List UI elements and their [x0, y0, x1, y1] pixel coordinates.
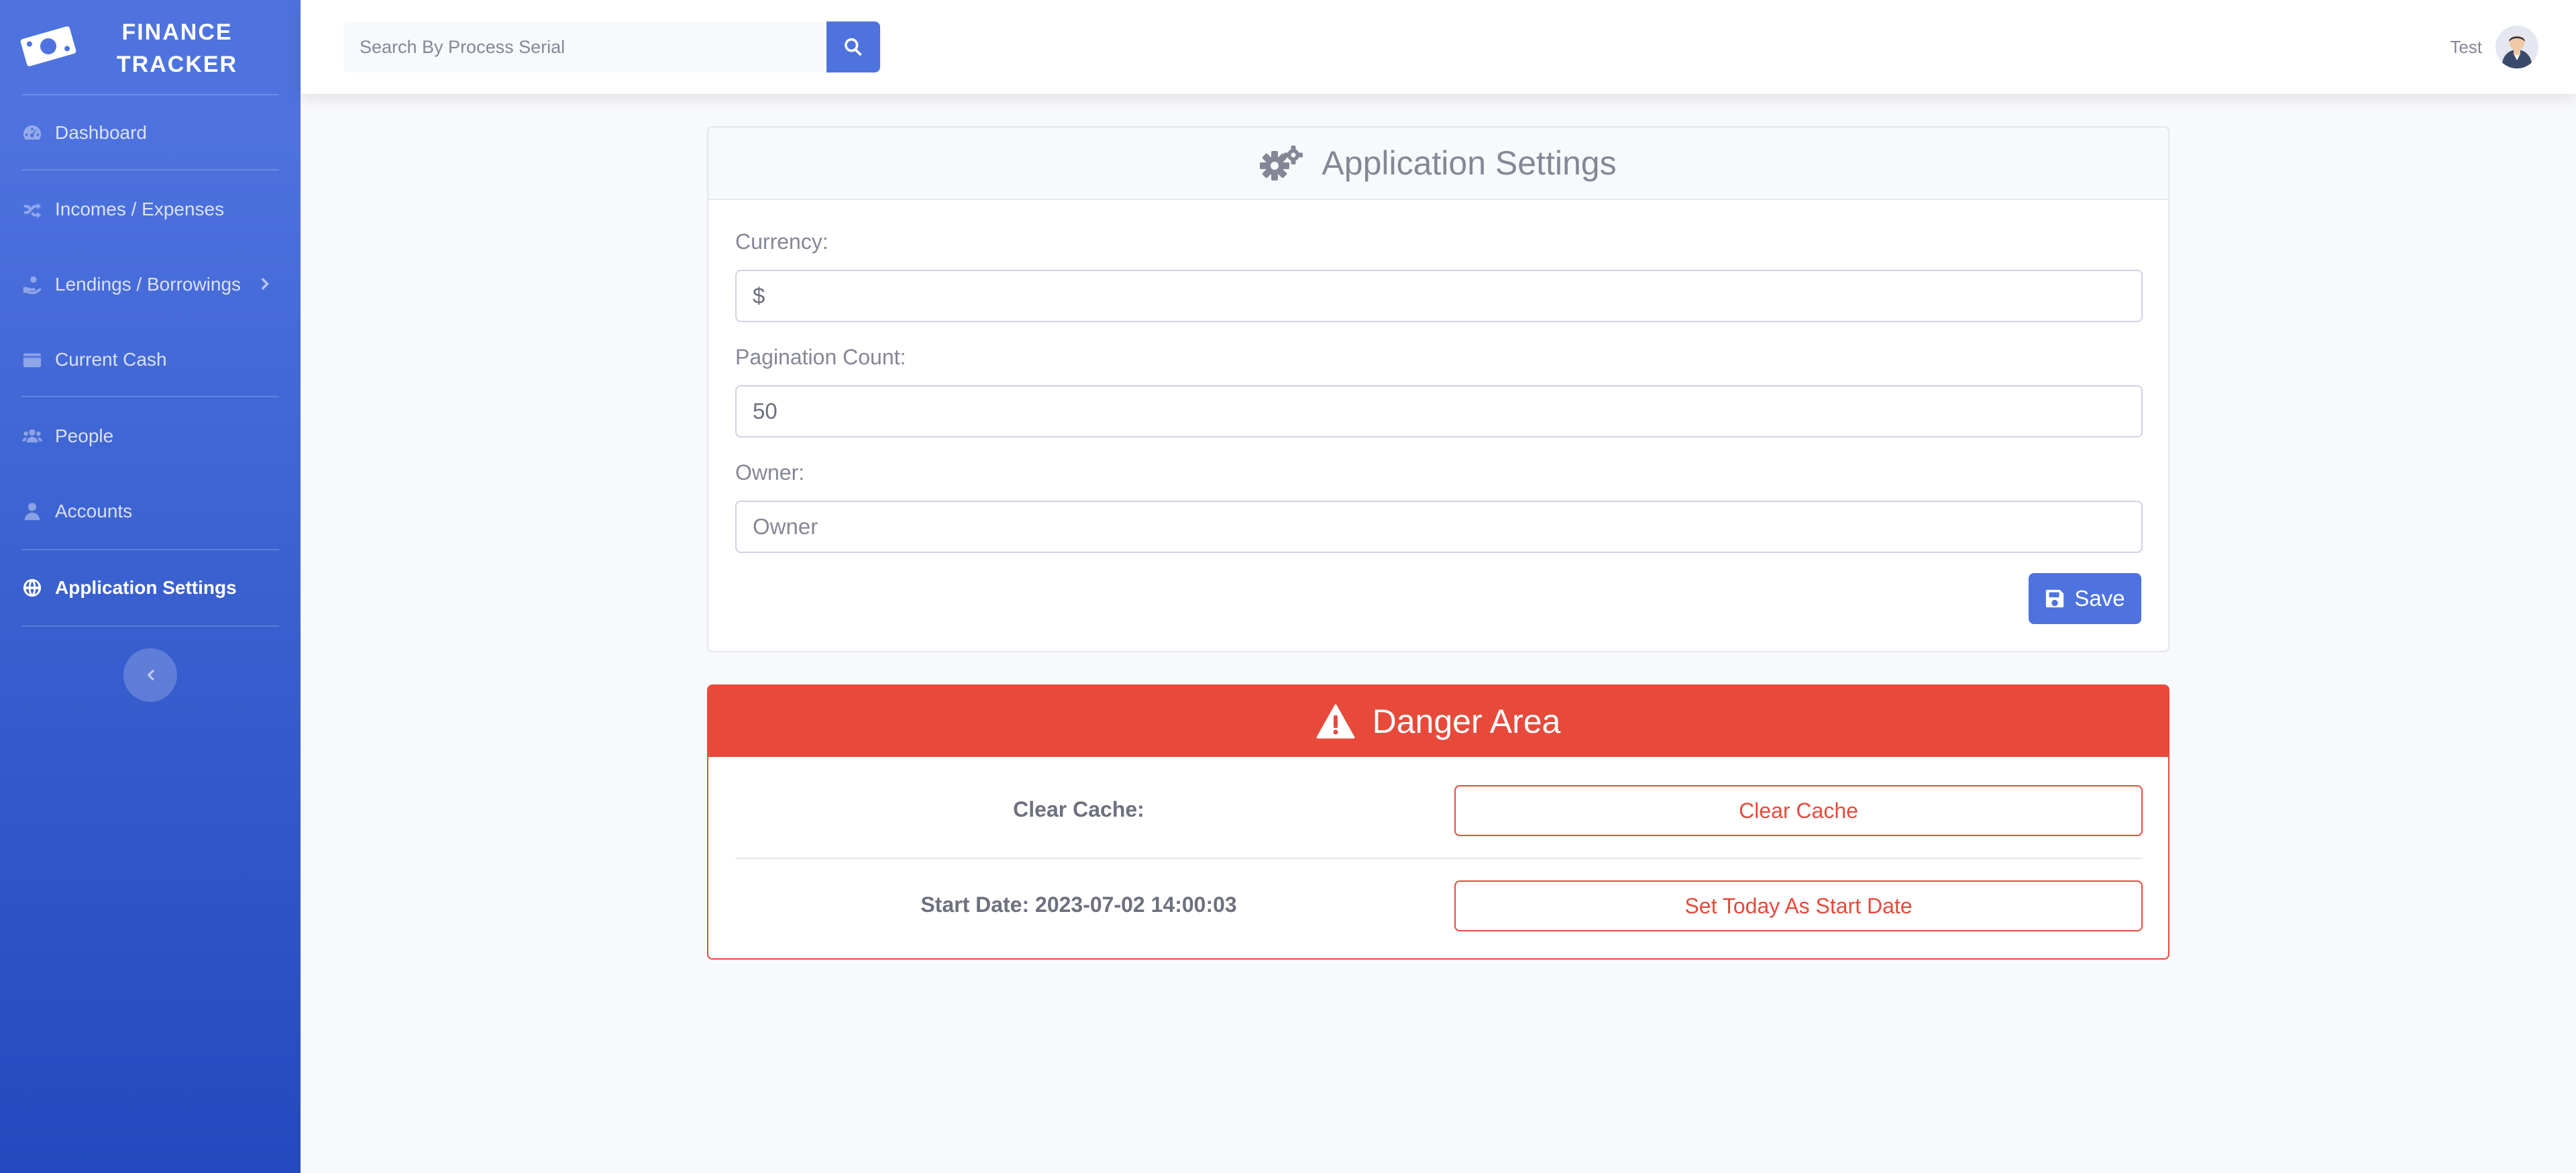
currency-input[interactable]	[735, 270, 2143, 322]
sidebar-item-label: Accounts	[55, 501, 133, 521]
sidebar-toggle-button[interactable]	[123, 648, 177, 702]
danger-divider	[735, 858, 2143, 859]
user-name: Test	[2450, 36, 2482, 57]
hand-holding-icon	[21, 274, 43, 295]
settings-title: Application Settings	[1322, 144, 1617, 182]
sidebar-divider	[21, 169, 279, 170]
search-button[interactable]	[826, 21, 880, 72]
sidebar-item-application-settings[interactable]: Application Settings	[0, 561, 301, 615]
chevron-right-icon	[258, 275, 276, 294]
save-label: Save	[2074, 586, 2125, 611]
save-icon	[2045, 589, 2074, 609]
sidebar-item-label: Dashboard	[55, 122, 147, 143]
sidebar-item-label: Application Settings	[55, 577, 237, 598]
settings-card: Application Settings Currency: Paginatio…	[707, 126, 2169, 652]
sidebar-item-label: Incomes / Expenses	[55, 199, 225, 219]
avatar	[2496, 26, 2538, 68]
wallet-icon	[21, 349, 43, 370]
cogs-icon	[1260, 144, 1322, 182]
sidebar-item-lendings-borrowings[interactable]: Lendings / Borrowings	[0, 258, 301, 311]
start-date-label: Start Date: 2023-07-02 14:00:03	[920, 892, 1237, 917]
search-input[interactable]	[343, 21, 824, 72]
clear-cache-button[interactable]: Clear Cache	[1454, 785, 2143, 836]
sidebar: FINANCE TRACKER Dashboard Incomes / Expe…	[0, 0, 301, 1173]
settings-card-header: Application Settings	[708, 128, 2168, 200]
sidebar-item-label: Lendings / Borrowings	[55, 274, 241, 295]
tachometer-icon	[21, 122, 43, 144]
chevron-left-icon	[143, 668, 158, 682]
sidebar-divider	[21, 625, 279, 627]
sidebar-item-incomes-expenses[interactable]: Incomes / Expenses	[0, 183, 301, 236]
save-button[interactable]: Save	[2029, 573, 2141, 624]
search-icon	[843, 37, 863, 57]
globe-icon	[21, 577, 43, 599]
sidebar-item-dashboard[interactable]: Dashboard	[0, 106, 301, 160]
clear-cache-label: Clear Cache:	[1013, 797, 1144, 821]
brand-name: FINANCE TRACKER	[116, 19, 238, 77]
sidebar-divider	[21, 396, 279, 397]
pagination-count-input[interactable]	[735, 385, 2143, 438]
owner-label: Owner:	[735, 460, 805, 484]
money-bill-icon	[19, 23, 78, 70]
sidebar-item-accounts[interactable]: Accounts	[0, 484, 301, 538]
currency-label: Currency:	[735, 230, 828, 254]
user-menu[interactable]: Test	[2450, 24, 2538, 70]
random-icon	[21, 199, 43, 220]
sidebar-divider	[21, 94, 279, 95]
brand[interactable]: FINANCE TRACKER	[0, 0, 301, 94]
set-start-date-button[interactable]: Set Today As Start Date	[1454, 880, 2143, 931]
user-icon	[21, 501, 43, 522]
sidebar-divider	[21, 549, 279, 550]
warning-icon	[1316, 704, 1373, 739]
sidebar-item-label: People	[55, 425, 114, 446]
danger-card-header: Danger Area	[708, 686, 2168, 757]
topbar: Test	[301, 0, 2576, 94]
users-icon	[21, 425, 43, 447]
danger-card: Danger Area Clear Cache: Clear Cache Sta…	[707, 684, 2169, 960]
danger-title: Danger Area	[1372, 703, 1561, 740]
sidebar-item-current-cash[interactable]: Current Cash	[0, 333, 301, 387]
owner-input[interactable]	[735, 501, 2143, 553]
sidebar-item-people[interactable]: People	[0, 409, 301, 463]
pagination-count-label: Pagination Count:	[735, 345, 906, 369]
sidebar-item-label: Current Cash	[55, 349, 167, 370]
